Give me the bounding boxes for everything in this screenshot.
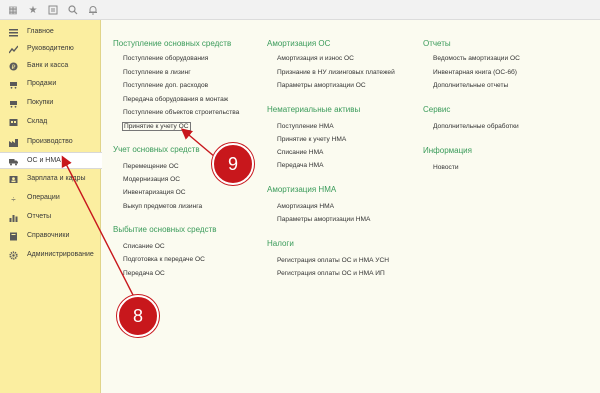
link-intangible-acceptance[interactable]: Принятие к учету НМА [277, 136, 346, 143]
menu-lines-icon [9, 28, 18, 37]
link-additional-reports[interactable]: Дополнительные отчеты [433, 82, 508, 89]
link-intangible-depreciation-params[interactable]: Параметры амортизации НМА [277, 216, 370, 223]
link-leasing-buyout[interactable]: Выкуп предметов лизинга [123, 203, 202, 210]
sidebar-item-label: Отчеты [27, 213, 52, 220]
truck-icon [9, 157, 18, 166]
link-payment-ip[interactable]: Регистрация оплаты ОС и НМА ИП [277, 270, 385, 277]
link-intangible-writeoff[interactable]: Списание НМА [277, 149, 323, 156]
sidebar-item-sales[interactable]: Продажи [0, 76, 101, 93]
bell-icon[interactable] [86, 3, 100, 17]
section-title-service: Сервис [423, 105, 451, 114]
warehouse-icon [9, 118, 18, 127]
coin-icon: ₽ [9, 62, 18, 71]
link-depreciation-wear[interactable]: Амортизация и износ ОС [277, 55, 354, 62]
section-title-intangibles: Нематериальные активы [267, 105, 361, 114]
link-asset-inventory[interactable]: Инвентаризация ОС [123, 189, 186, 196]
sidebar-item-manager[interactable]: Руководителю [0, 41, 101, 58]
sidebar-item-operations[interactable]: ÷ Операции [0, 190, 101, 207]
link-news[interactable]: Новости [433, 164, 459, 171]
sidebar-item-label: ОС и НМА [27, 157, 61, 164]
sidebar-item-bank[interactable]: ₽ Банк и касса [0, 58, 101, 75]
section-title-receipt: Поступление основных средств [113, 39, 232, 48]
sidebar-item-reports[interactable]: Отчеты [0, 209, 101, 226]
link-depreciation-statement[interactable]: Ведомость амортизации ОС [433, 55, 520, 62]
search-icon[interactable] [66, 3, 80, 17]
section-content: Поступление основных средств Поступление… [102, 20, 600, 393]
book-icon [9, 232, 18, 241]
svg-text:÷: ÷ [11, 195, 16, 203]
cart-in-icon [9, 99, 18, 108]
section-title-disposal: Выбытие основных средств [113, 225, 217, 234]
sidebar-item-label: Продажи [27, 80, 57, 87]
star-icon[interactable]: ★ [26, 3, 40, 17]
link-inventory-book[interactable]: Инвентарная книга (ОС-6б) [433, 69, 517, 76]
sidebar-item-label: Банк и касса [27, 62, 69, 69]
section-title-accounting: Учет основных средств [113, 145, 200, 154]
link-intangible-receipt[interactable]: Поступление НМА [277, 123, 334, 130]
section-title-intangible-depreciation: Амортизация НМА [267, 185, 337, 194]
sidebar-item-production[interactable]: Производство [0, 134, 101, 151]
sidebar-item-label: Склад [27, 118, 48, 125]
link-asset-acceptance[interactable]: Принятие к учету ОС [122, 122, 191, 131]
sidebar-item-salary[interactable]: Зарплата и кадры [0, 171, 101, 188]
link-asset-handover[interactable]: Передача ОС [123, 270, 165, 277]
link-leasing-receipt[interactable]: Поступление в лизинг [123, 69, 191, 76]
link-leasing-payments[interactable]: Признание в НУ лизинговых платежей [277, 69, 395, 76]
callout-8: 8 [117, 295, 159, 337]
sidebar-item-label: Операции [27, 194, 60, 201]
operations-icon: ÷ [9, 194, 18, 203]
history-icon[interactable] [46, 3, 60, 17]
link-depreciation-params[interactable]: Параметры амортизации ОС [277, 82, 366, 89]
link-additional-processing[interactable]: Дополнительные обработки [433, 123, 519, 130]
section-title-taxes: Налоги [267, 239, 294, 248]
chart-icon [9, 45, 18, 54]
link-intangible-transfer[interactable]: Передача НМА [277, 162, 324, 169]
link-payment-usn[interactable]: Регистрация оплаты ОС и НМА УСН [277, 257, 389, 264]
apps-grid-icon[interactable]: ▦ [6, 3, 20, 17]
section-title-depreciation: Амортизация ОС [267, 39, 331, 48]
section-title-reports: Отчеты [423, 39, 451, 48]
link-asset-writeoff[interactable]: Списание ОС [123, 243, 165, 250]
sidebar-item-label: Администрирование [27, 251, 94, 258]
sidebar: Главное Руководителю ₽ Банк и касса Прод… [0, 20, 102, 393]
people-icon [9, 175, 18, 184]
sidebar-item-label: Руководителю [27, 45, 74, 52]
sidebar-item-main[interactable]: Главное [0, 24, 101, 41]
link-equipment-receipt[interactable]: Поступление оборудования [123, 55, 208, 62]
sidebar-item-label: Зарплата и кадры [27, 175, 86, 182]
cart-out-icon [9, 80, 18, 89]
factory-icon [9, 138, 18, 147]
link-construction-receipt[interactable]: Поступление объектов строительства [123, 109, 239, 116]
link-asset-transfer[interactable]: Перемещение ОС [123, 163, 179, 170]
sidebar-item-label: Производство [27, 138, 73, 145]
report-chart-icon [9, 213, 18, 222]
top-toolbar: ▦ ★ [0, 0, 600, 20]
link-equipment-installation[interactable]: Передача оборудования в монтаж [123, 96, 228, 103]
sidebar-item-label: Справочники [27, 232, 70, 239]
sidebar-item-fixed-assets[interactable]: ОС и НМА [0, 152, 102, 169]
link-asset-modernization[interactable]: Модернизация ОС [123, 176, 180, 183]
link-transfer-preparation[interactable]: Подготовка к передаче ОС [123, 256, 205, 263]
sidebar-item-references[interactable]: Справочники [0, 228, 101, 245]
link-additional-costs[interactable]: Поступление доп. расходов [123, 82, 208, 89]
link-intangible-depreciation[interactable]: Амортизация НМА [277, 203, 334, 210]
callout-9: 9 [212, 143, 254, 185]
sidebar-item-warehouse[interactable]: Склад [0, 114, 101, 131]
svg-text:₽: ₽ [12, 64, 16, 71]
gear-icon [9, 251, 18, 260]
section-title-information: Информация [423, 146, 472, 155]
sidebar-item-label: Покупки [27, 99, 54, 106]
sidebar-item-admin[interactable]: Администрирование [0, 247, 101, 264]
sidebar-item-purchases[interactable]: Покупки [0, 95, 101, 112]
sidebar-item-label: Главное [27, 28, 54, 35]
